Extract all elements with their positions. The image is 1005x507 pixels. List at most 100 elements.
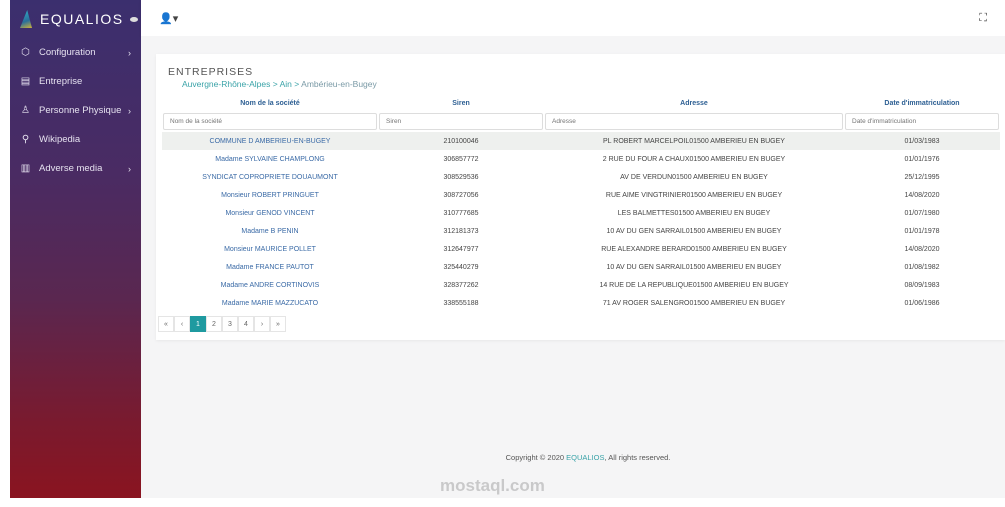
sidebar-item-adverse-media[interactable]: ▥ Adverse media › bbox=[10, 154, 141, 183]
address-cell: 14 RUE DE LA REPUBLIQUE01500 AMBERIEU EN… bbox=[599, 281, 789, 289]
company-name-cell[interactable]: Madame FRANCE PAUTOT bbox=[162, 258, 378, 276]
address-cell: 2 RUE DU FOUR A CHAUX01500 AMBERIEU EN B… bbox=[602, 155, 786, 163]
building-icon: ▤ bbox=[20, 76, 31, 87]
sidebar-item-label: Entreprise bbox=[39, 76, 83, 87]
footer-brand-link[interactable]: EQUALIOS bbox=[566, 453, 604, 462]
registration-date-cell: 01/03/1983 bbox=[844, 132, 1000, 150]
page-button[interactable]: ‹ bbox=[174, 316, 190, 332]
registration-date-cell: 08/09/1983 bbox=[904, 281, 940, 289]
pagination: «‹ 1 2 3 4 ›» bbox=[158, 316, 286, 332]
sidebar-item-label: Wikipedia bbox=[39, 134, 81, 145]
table-row[interactable]: Madame B PENIN 312181373 10 AV DU GEN SARR… bbox=[162, 222, 1000, 240]
siren-cell: 310777685 bbox=[443, 209, 479, 217]
sidebar-item-configuration[interactable]: ⬡ Configuration › bbox=[10, 38, 141, 67]
fullscreen-icon[interactable]: ⛶ bbox=[979, 12, 987, 25]
table-row[interactable]: Madame MARIE MAZZUCATO 338555188 71 AV ROG… bbox=[162, 294, 1000, 312]
entreprises-card: ENTREPRISES Auvergne-Rhône-Alpes > Ain >… bbox=[156, 54, 1005, 340]
footer-rights: , All rights reserved. bbox=[604, 453, 671, 462]
siren-cell: 325440279 bbox=[443, 263, 479, 271]
search-icon: ⚲ bbox=[21, 134, 30, 145]
page-button[interactable]: 1 bbox=[190, 316, 206, 332]
table-row[interactable]: Monsieur GENOD VINCENT 310777685 LES BALME… bbox=[162, 204, 1000, 222]
sidebar-item-label: Personne Physique bbox=[39, 105, 122, 116]
breadcrumb-region[interactable]: Auvergne-Rhône-Alpes bbox=[182, 79, 270, 89]
user-icon: ♙ bbox=[21, 105, 30, 116]
company-name-cell[interactable]: Monsieur ROBERT PRINGUET bbox=[162, 186, 378, 204]
filter-name-input[interactable] bbox=[163, 112, 377, 130]
filter-address-input[interactable] bbox=[545, 112, 843, 130]
address-cell: RUE AIME VINGTRINIER01500 AMBERIEU EN BU… bbox=[605, 191, 783, 199]
company-name-cell[interactable]: Monsieur MAURICE POLLET bbox=[162, 240, 378, 258]
company-name-cell[interactable]: COMMUNE D AMBERIEU-EN-BUGEY bbox=[162, 132, 378, 150]
col-header-siren[interactable]: Siren bbox=[378, 96, 544, 110]
page-title: ENTREPRISES bbox=[168, 66, 254, 78]
sidebar-item-label: Configuration bbox=[39, 47, 96, 58]
brand-name: EQUALIOS bbox=[40, 11, 124, 27]
siren-cell: 308529536 bbox=[443, 173, 479, 181]
address-cell: 10 AV DU GEN SARRAIL01500 AMBERIEU EN BU… bbox=[606, 263, 782, 271]
siren-cell: 312181373 bbox=[443, 227, 479, 235]
address-cell: 10 AV DU GEN SARRAIL01500 AMBERIEU EN BU… bbox=[606, 227, 782, 235]
company-name-cell[interactable]: Madame B PENIN bbox=[162, 222, 378, 240]
sidebar-item-wikipedia[interactable]: ⚲ Wikipedia bbox=[10, 125, 141, 154]
col-header-date[interactable]: Date d'immatriculation bbox=[844, 96, 1000, 110]
page-button[interactable]: 4 bbox=[238, 316, 254, 332]
filter-siren-input[interactable] bbox=[379, 112, 543, 130]
siren-cell: 210100046 bbox=[378, 132, 544, 150]
address-cell: PL ROBERT MARCELPOIL01500 AMBERIEU EN BU… bbox=[544, 132, 844, 150]
logo-icon bbox=[20, 10, 32, 28]
registration-date-cell: 14/08/2020 bbox=[904, 245, 940, 253]
sidebar-item-label: Adverse media bbox=[39, 163, 103, 174]
siren-cell: 312647977 bbox=[443, 245, 479, 253]
siren-cell: 338555188 bbox=[443, 299, 479, 307]
registration-date-cell: 25/12/1995 bbox=[904, 173, 940, 181]
chevron-right-icon: › bbox=[128, 105, 131, 116]
brand[interactable]: EQUALIOS bbox=[10, 0, 141, 38]
breadcrumb-sep: > bbox=[294, 79, 300, 89]
siren-cell: 306857772 bbox=[443, 155, 479, 163]
sidebar-item-entreprise[interactable]: ▤ Entreprise bbox=[10, 67, 141, 96]
company-name-cell[interactable]: Madame MARIE MAZZUCATO bbox=[162, 294, 378, 312]
user-menu-icon[interactable]: 👤▾ bbox=[159, 12, 178, 25]
companies-table: Nom de la société Siren Adresse Date d'imma… bbox=[162, 96, 1000, 312]
table-row[interactable]: SYNDICAT COPROPRIETE DOUAUMONT 308529536 A… bbox=[162, 168, 1000, 186]
breadcrumb-dept[interactable]: Ain bbox=[280, 79, 292, 89]
company-name-cell[interactable]: Madame SYLVAINE CHAMPLONG bbox=[162, 150, 378, 168]
filter-date-input[interactable] bbox=[845, 112, 999, 130]
registration-date-cell: 14/08/2020 bbox=[904, 191, 940, 199]
footer-copyright: Copyright © 2020 bbox=[505, 453, 567, 462]
table-row[interactable]: Madame ANDRE CORTINOVIS 328377262 14 RUE D… bbox=[162, 276, 1000, 294]
table-row[interactable]: COMMUNE D AMBERIEU-EN-BUGEY 210100046 PL R… bbox=[162, 132, 1000, 150]
siren-cell: 328377262 bbox=[443, 281, 479, 289]
chevron-right-icon: › bbox=[128, 163, 131, 174]
page-button[interactable]: 2 bbox=[206, 316, 222, 332]
table-row[interactable]: Madame SYLVAINE CHAMPLONG 306857772 2 RUE … bbox=[162, 150, 1000, 168]
col-header-address[interactable]: Adresse bbox=[544, 96, 844, 110]
chevron-right-icon: › bbox=[128, 47, 131, 58]
breadcrumb-sep: > bbox=[272, 79, 278, 89]
page-button[interactable]: » bbox=[270, 316, 286, 332]
registration-date-cell: 01/06/1986 bbox=[904, 299, 940, 307]
page-button[interactable]: 3 bbox=[222, 316, 238, 332]
footer: Copyright © 2020 EQUALIOS, All rights re… bbox=[141, 453, 1005, 462]
registration-date-cell: 01/08/1982 bbox=[904, 263, 940, 271]
table-row[interactable]: Monsieur ROBERT PRINGUET 308727056 RUE AIM… bbox=[162, 186, 1000, 204]
main-content: ENTREPRISES Auvergne-Rhône-Alpes > Ain >… bbox=[141, 36, 1005, 498]
page-button[interactable]: « bbox=[158, 316, 174, 332]
watermark: mostaql.com bbox=[440, 476, 545, 495]
book-icon: ▥ bbox=[20, 163, 31, 174]
company-name-cell[interactable]: Monsieur GENOD VINCENT bbox=[162, 204, 378, 222]
table-row[interactable]: Monsieur MAURICE POLLET 312647977 RUE ALEX… bbox=[162, 240, 1000, 258]
registration-date-cell: 01/01/1978 bbox=[904, 227, 940, 235]
table-row[interactable]: Madame FRANCE PAUTOT 325440279 10 AV DU GE… bbox=[162, 258, 1000, 276]
address-cell: 71 AV ROGER SALENGRO01500 AMBERIEU EN BU… bbox=[602, 299, 786, 307]
breadcrumb: Auvergne-Rhône-Alpes > Ain > Ambérieu-en… bbox=[182, 79, 377, 89]
breadcrumb-city: Ambérieu-en-Bugey bbox=[301, 79, 377, 89]
company-name-cell[interactable]: Madame ANDRE CORTINOVIS bbox=[162, 276, 378, 294]
col-header-name[interactable]: Nom de la société bbox=[162, 96, 378, 110]
sidebar-item-personne-physique[interactable]: ♙ Personne Physique › bbox=[10, 96, 141, 125]
cube-icon: ⬡ bbox=[21, 47, 30, 58]
toggle-icon[interactable] bbox=[129, 16, 138, 22]
page-button[interactable]: › bbox=[254, 316, 270, 332]
company-name-cell[interactable]: SYNDICAT COPROPRIETE DOUAUMONT bbox=[162, 168, 378, 186]
